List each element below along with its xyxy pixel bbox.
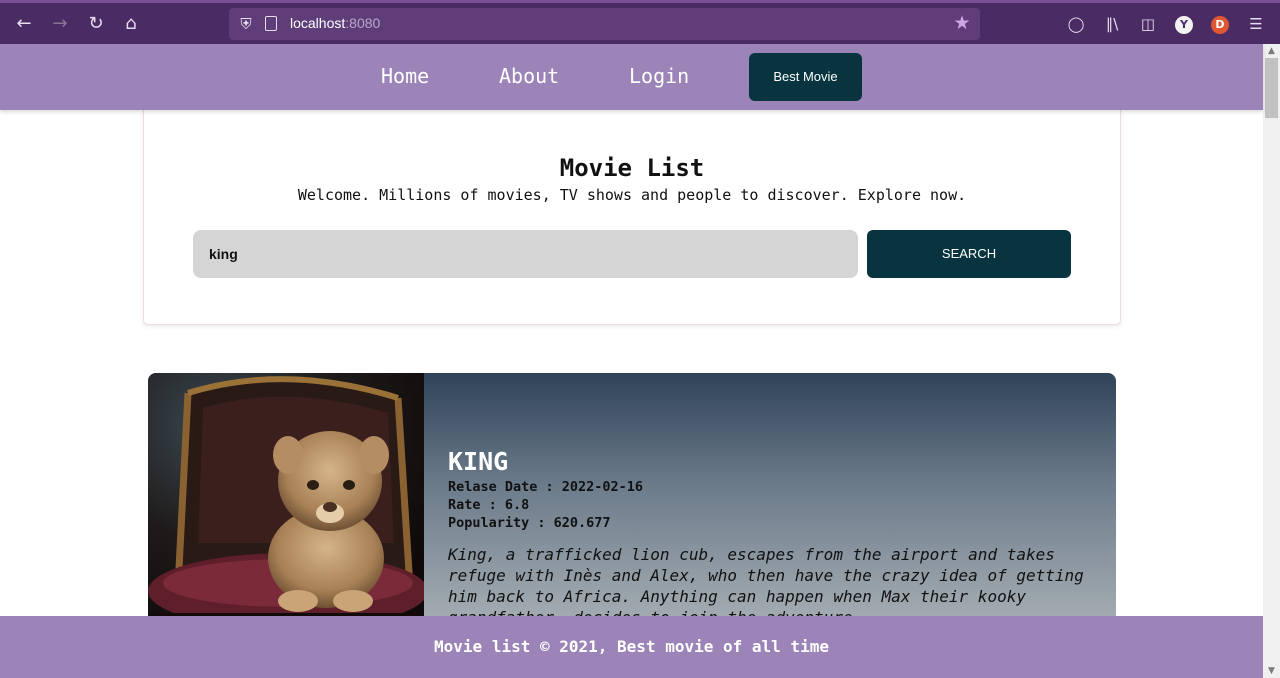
page-title: Movie List [559,154,705,182]
pocket-icon[interactable]: ◯ [1066,14,1086,34]
page-scrollbar[interactable]: ▲ ▼ [1263,44,1280,678]
nav-login-link[interactable]: Login [629,64,689,88]
nav-about-link[interactable]: About [499,64,559,88]
nav-home-link[interactable]: Home [381,64,429,88]
scroll-thumb[interactable] [1265,58,1278,118]
duckduckgo-icon[interactable]: D [1211,16,1229,34]
search-card: Movie List Welcome. Millions of movies, … [143,105,1121,325]
home-icon[interactable]: ⌂ [119,12,143,36]
url-text[interactable]: localhost:8080 [290,15,380,31]
scroll-up-icon[interactable]: ▲ [1263,44,1280,58]
movie-info: KING Relase Date : 2022-02-16 Rate : 6.8… [448,447,1098,628]
page-icon [265,16,277,31]
page-subtitle: Welcome. Millions of movies, TV shows an… [297,186,967,204]
best-movie-button[interactable]: Best Movie [749,53,862,101]
movie-card[interactable]: KING Relase Date : 2022-02-16 Rate : 6.8… [148,373,1116,633]
url-host: localhost [290,15,346,31]
search-input[interactable]: king [193,230,858,278]
reload-icon[interactable]: ↻ [84,12,108,36]
movie-release-date: Relase Date : 2022-02-16 [448,479,644,495]
menu-icon[interactable]: ☰ [1246,14,1266,34]
movie-popularity: Popularity : 620.677 [448,515,611,531]
bookmark-star-icon[interactable]: ★ [950,11,974,35]
scroll-down-icon[interactable]: ▼ [1263,664,1280,678]
url-port: :8080 [345,15,381,31]
shield-icon[interactable]: ⛨ [237,14,255,34]
movie-title[interactable]: KING [448,447,1098,476]
sidebar-icon[interactable]: ◫ [1138,14,1158,34]
movie-poster [148,373,424,633]
library-icon[interactable]: ∥\ [1102,14,1122,34]
site-footer: Movie list © 2021, Best movie of all tim… [0,616,1263,678]
movie-rate: Rate : 6.8 [448,497,530,513]
site-navbar: Home About Login Best Movie [0,44,1263,110]
forward-icon[interactable]: → [48,12,72,36]
address-bar[interactable]: ⛨ localhost:8080 ★ [229,8,980,40]
footer-text: Movie list © 2021, Best movie of all tim… [434,637,829,656]
back-icon[interactable]: ← [12,12,36,36]
browser-toolbar: ← → ↻ ⌂ ⛨ localhost:8080 ★ ◯ ∥\ ◫ Y D ☰ [0,0,1280,44]
search-button[interactable]: SEARCH [867,230,1071,278]
yandex-icon[interactable]: Y [1175,16,1193,34]
